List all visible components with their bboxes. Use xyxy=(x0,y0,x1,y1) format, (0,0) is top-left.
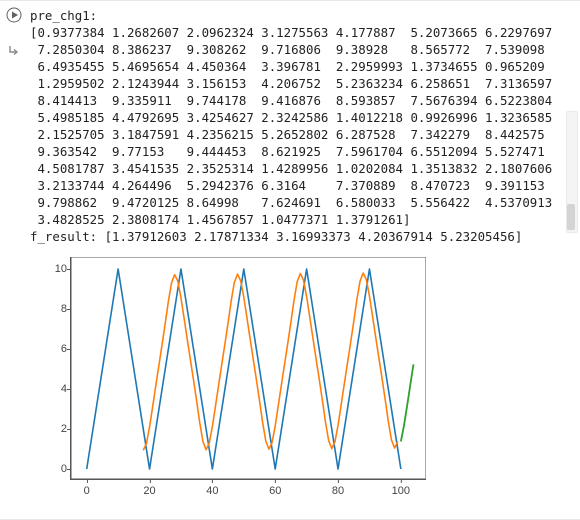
array-row: 1.2959502 2.1243944 3.156153 4.206752 5.… xyxy=(30,76,552,91)
array-row: 7.2850304 8.386237 9.308262 9.716806 9.3… xyxy=(30,42,545,57)
cell-output-content: pre_chg1: [0.9377384 1.2682607 2.0962324… xyxy=(28,1,580,519)
chart-plot-svg xyxy=(71,257,426,479)
y-tick: 6 xyxy=(43,343,67,355)
y-tick: 10 xyxy=(43,263,67,275)
chart-axes: 020406080100 0246810 xyxy=(70,257,426,480)
array-row: 5.4985185 4.4792695 3.4254627 2.3242586 … xyxy=(30,110,552,125)
label-f-result: f_result: [1.37912603 2.17871334 3.16993… xyxy=(30,229,522,244)
y-tick: 8 xyxy=(43,303,67,315)
x-tick: 40 xyxy=(206,485,218,497)
array-row: [0.9377384 1.2682607 2.0962324 3.1275563… xyxy=(30,25,552,40)
array-row: 9.798862 9.4720125 8.64998 7.624691 6.58… xyxy=(30,195,552,210)
scrollbar-thumb[interactable] xyxy=(567,204,575,230)
array-row: 4.5081787 3.4541535 2.3525314 1.4289956 … xyxy=(30,161,552,176)
notebook-output-cell: pre_chg1: [0.9377384 1.2682607 2.0962324… xyxy=(0,0,580,520)
array-row: 9.363542 9.77153 9.444453 8.621925 7.596… xyxy=(30,144,545,159)
array-row: 6.4935455 5.4695654 4.450364 3.396781 2.… xyxy=(30,59,545,74)
x-tick: 60 xyxy=(269,485,281,497)
run-cell-icon[interactable] xyxy=(6,7,22,26)
x-tick: 20 xyxy=(143,485,155,497)
y-tick: 2 xyxy=(43,423,67,435)
x-tick: 0 xyxy=(84,485,90,497)
x-tick: 80 xyxy=(332,485,344,497)
output-scrollbar[interactable] xyxy=(566,111,578,233)
output-chart: 0 20 40 60 80 100 0 2 4 6 8 10 xyxy=(30,251,450,511)
y-tick: 0 xyxy=(43,463,67,475)
array-row: 8.414413 9.335911 9.744178 9.416876 8.59… xyxy=(30,93,552,108)
output-indicator-icon xyxy=(7,44,21,61)
label-pre-chg1: pre_chg1: xyxy=(30,8,97,23)
x-tick: 100 xyxy=(392,485,410,497)
array-row: 3.4828525 2.3808174 1.4567857 1.0477371 … xyxy=(30,212,410,227)
cell-gutter xyxy=(0,1,28,519)
y-tick: 4 xyxy=(43,383,67,395)
array-row: 2.1525705 3.1847591 4.2356215 5.2652802 … xyxy=(30,127,545,142)
output-text: pre_chg1: [0.9377384 1.2682607 2.0962324… xyxy=(30,7,576,245)
array-row: 3.2133744 4.264496 5.2942376 6.3164 7.37… xyxy=(30,178,545,193)
